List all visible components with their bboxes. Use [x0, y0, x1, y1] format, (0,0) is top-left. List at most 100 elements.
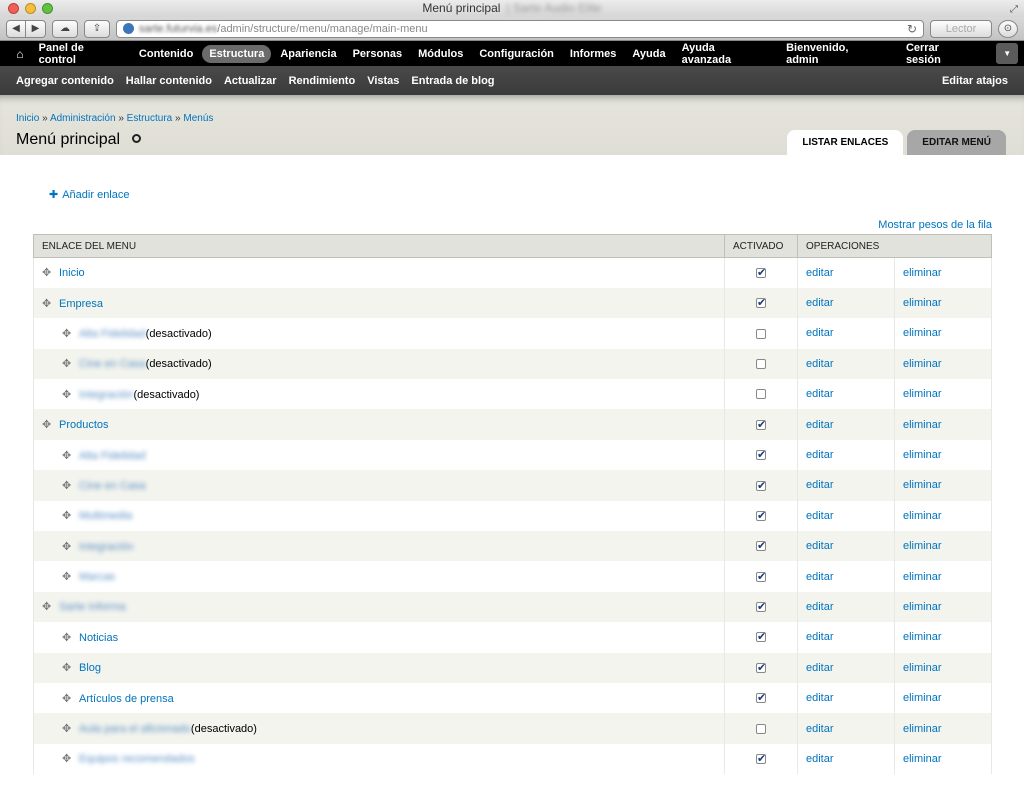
delete-link[interactable]: eliminar: [903, 327, 942, 339]
delete-link[interactable]: eliminar: [903, 297, 942, 309]
menu-link-title[interactable]: Multimedia: [79, 510, 132, 522]
menu-link-title[interactable]: Inicio: [59, 267, 85, 279]
edit-link[interactable]: editar: [806, 449, 834, 461]
downloads-button[interactable]: ⊙: [998, 19, 1018, 38]
enabled-checkbox[interactable]: [756, 358, 766, 369]
toolbar-drawer-toggle[interactable]: ▼: [996, 43, 1019, 64]
menu-link-title[interactable]: Sarte Informa: [59, 601, 126, 613]
breadcrumb-structure[interactable]: Estructura: [127, 113, 173, 124]
edit-link[interactable]: editar: [806, 388, 834, 400]
delete-link[interactable]: eliminar: [903, 753, 942, 765]
drag-handle-icon[interactable]: ✥: [42, 266, 53, 279]
edit-link[interactable]: editar: [806, 267, 834, 279]
enabled-checkbox[interactable]: [756, 448, 766, 461]
delete-link[interactable]: eliminar: [903, 601, 942, 613]
enabled-checkbox[interactable]: [756, 752, 766, 765]
menu-link-title[interactable]: Integración: [79, 389, 133, 401]
shortcut-add-content[interactable]: Agregar contenido: [10, 75, 120, 87]
enabled-checkbox[interactable]: [756, 389, 766, 400]
drag-handle-icon[interactable]: ✥: [62, 388, 73, 401]
delete-link[interactable]: eliminar: [903, 510, 942, 522]
menu-link-title[interactable]: Blog: [79, 662, 101, 674]
drag-handle-icon[interactable]: ✥: [42, 297, 53, 310]
enabled-checkbox[interactable]: [756, 661, 766, 674]
reload-icon[interactable]: ↻: [907, 22, 917, 36]
edit-shortcuts-link[interactable]: Editar atajos: [942, 75, 1008, 87]
drag-handle-icon[interactable]: ✥: [62, 357, 73, 370]
delete-link[interactable]: eliminar: [903, 358, 942, 370]
menu-link-title[interactable]: Empresa: [59, 298, 103, 310]
enabled-checkbox[interactable]: [756, 509, 766, 522]
delete-link[interactable]: eliminar: [903, 388, 942, 400]
drag-handle-icon[interactable]: ✥: [42, 600, 53, 613]
zoom-window-button[interactable]: [42, 3, 53, 14]
enabled-checkbox[interactable]: [756, 570, 766, 583]
drag-handle-icon[interactable]: ✥: [62, 509, 73, 522]
breadcrumb-home[interactable]: Inicio: [16, 113, 39, 124]
forward-button[interactable]: ▶: [26, 19, 46, 38]
edit-link[interactable]: editar: [806, 419, 834, 431]
edit-link[interactable]: editar: [806, 692, 834, 704]
edit-link[interactable]: editar: [806, 540, 834, 552]
drag-handle-icon[interactable]: ✥: [62, 449, 73, 462]
edit-link[interactable]: editar: [806, 510, 834, 522]
enabled-checkbox[interactable]: [756, 723, 766, 734]
fullscreen-icon[interactable]: ⤢: [1010, 1, 1018, 18]
edit-link[interactable]: editar: [806, 601, 834, 613]
drag-handle-icon[interactable]: ✥: [62, 722, 73, 735]
menu-link-title[interactable]: Alta Fidelidad: [79, 328, 146, 340]
shortcut-find-content[interactable]: Hallar contenido: [120, 75, 218, 87]
menu-link-title[interactable]: Aula para el aficionado: [79, 723, 191, 735]
shortcut-update[interactable]: Actualizar: [218, 75, 283, 87]
logout-link[interactable]: Cerrar sesión: [895, 39, 987, 69]
edit-link[interactable]: editar: [806, 631, 834, 643]
edit-link[interactable]: editar: [806, 479, 834, 491]
reader-button[interactable]: Lector: [930, 19, 992, 38]
tab-list-links[interactable]: Listar enlaces: [787, 130, 904, 155]
delete-link[interactable]: eliminar: [903, 662, 942, 674]
enabled-checkbox[interactable]: [756, 328, 766, 339]
welcome-user-link[interactable]: admin: [786, 54, 818, 66]
breadcrumb-menus[interactable]: Menús: [183, 113, 213, 124]
drag-handle-icon[interactable]: ✥: [62, 661, 73, 674]
home-icon[interactable]: ⌂: [8, 47, 32, 61]
close-window-button[interactable]: [8, 3, 19, 14]
menu-link-title[interactable]: Artículos de prensa: [79, 693, 174, 705]
admin-menu-appearance[interactable]: Apariencia: [273, 45, 343, 63]
edit-link[interactable]: editar: [806, 571, 834, 583]
drag-handle-icon[interactable]: ✥: [62, 540, 73, 553]
admin-menu-configuration[interactable]: Configuración: [472, 45, 561, 63]
delete-link[interactable]: eliminar: [903, 692, 942, 704]
enabled-checkbox[interactable]: [756, 691, 766, 704]
address-bar[interactable]: sarte.futurvia.es/admin/structure/menu/m…: [116, 19, 924, 38]
breadcrumb-administration[interactable]: Administración: [50, 113, 116, 124]
drag-handle-icon[interactable]: ✥: [62, 479, 73, 492]
edit-link[interactable]: editar: [806, 358, 834, 370]
delete-link[interactable]: eliminar: [903, 267, 942, 279]
admin-menu-dashboard[interactable]: Panel de control: [32, 39, 130, 69]
admin-menu-advanced-help[interactable]: Ayuda avanzada: [675, 39, 774, 69]
edit-link[interactable]: editar: [806, 753, 834, 765]
back-button[interactable]: ◀: [6, 19, 26, 38]
drag-handle-icon[interactable]: ✥: [62, 631, 73, 644]
menu-link-title[interactable]: Marcas: [79, 571, 115, 583]
admin-menu-reports[interactable]: Informes: [563, 45, 623, 63]
menu-link-title[interactable]: Alta Fidelidad: [79, 450, 146, 462]
drag-handle-icon[interactable]: ✥: [62, 752, 73, 765]
tab-edit-menu[interactable]: Editar menú: [907, 130, 1006, 155]
delete-link[interactable]: eliminar: [903, 449, 942, 461]
admin-menu-help[interactable]: Ayuda: [625, 45, 672, 63]
enabled-checkbox[interactable]: [756, 296, 766, 309]
delete-link[interactable]: eliminar: [903, 479, 942, 491]
admin-menu-structure[interactable]: Estructura: [202, 44, 272, 63]
minimize-window-button[interactable]: [25, 3, 36, 14]
delete-link[interactable]: eliminar: [903, 571, 942, 583]
show-row-weights-link[interactable]: Mostrar pesos de la fila: [878, 219, 992, 231]
menu-link-title[interactable]: Noticias: [79, 632, 118, 644]
enabled-checkbox[interactable]: [756, 479, 766, 492]
edit-link[interactable]: editar: [806, 723, 834, 735]
menu-link-title[interactable]: Productos: [59, 419, 109, 431]
add-link-action[interactable]: ✚ Añadir enlace: [49, 188, 130, 201]
edit-link[interactable]: editar: [806, 327, 834, 339]
admin-menu-content[interactable]: Contenido: [132, 45, 200, 63]
